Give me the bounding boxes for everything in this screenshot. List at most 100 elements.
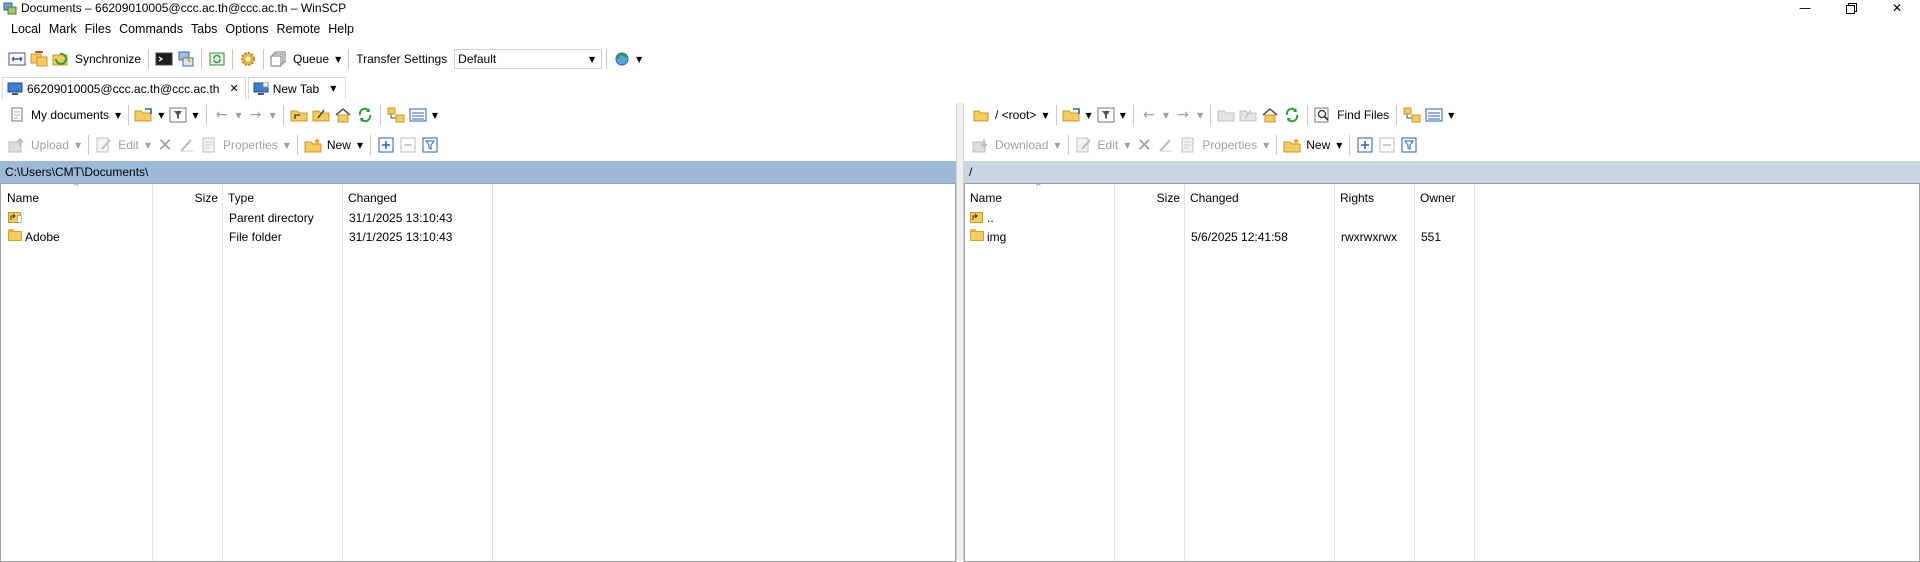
compare-directories-icon[interactable] bbox=[6, 48, 28, 70]
chevron-down-icon[interactable]: ▼ bbox=[72, 141, 84, 150]
download-button[interactable]: Download bbox=[992, 138, 1051, 152]
refresh-icon[interactable] bbox=[354, 104, 376, 126]
restore-icon[interactable] bbox=[1828, 0, 1874, 16]
minimize-icon[interactable]: — bbox=[1782, 0, 1828, 16]
chevron-down-icon[interactable]: ▼ bbox=[1194, 111, 1206, 120]
open-folder-icon[interactable] bbox=[1061, 104, 1083, 126]
edit-button[interactable]: Edit bbox=[115, 138, 142, 152]
new-folder-icon[interactable] bbox=[1281, 134, 1303, 156]
menu-help[interactable]: Help bbox=[324, 22, 358, 36]
table-row[interactable]: Parent directory 31/1/2025 13:10:43 bbox=[1, 209, 955, 227]
chevron-down-icon[interactable]: ▼ bbox=[189, 111, 201, 120]
close-icon[interactable]: ✕ bbox=[1874, 0, 1920, 16]
refresh-sync-icon[interactable] bbox=[206, 48, 228, 70]
forward-arrow-icon[interactable]: → bbox=[245, 104, 267, 126]
edit-icon[interactable] bbox=[93, 134, 115, 156]
putty-icon[interactable] bbox=[175, 48, 197, 70]
find-files-icon[interactable] bbox=[1312, 104, 1334, 126]
chevron-down-icon[interactable]: ▼ bbox=[1117, 111, 1129, 120]
chevron-down-icon[interactable]: ▼ bbox=[112, 111, 124, 120]
chevron-down-icon[interactable]: ▼ bbox=[1333, 141, 1345, 150]
download-icon[interactable] bbox=[970, 134, 992, 156]
upload-button[interactable]: Upload bbox=[28, 138, 72, 152]
chevron-down-icon[interactable]: ▼ bbox=[233, 111, 245, 120]
forward-arrow-icon[interactable]: → bbox=[1172, 104, 1194, 126]
local-location-label[interactable]: My documents bbox=[28, 108, 112, 122]
root-directory-icon[interactable] bbox=[310, 104, 332, 126]
rename-icon[interactable] bbox=[176, 134, 198, 156]
filter-icon[interactable] bbox=[1095, 104, 1117, 126]
transfer-settings-select[interactable]: Default ▼ bbox=[454, 49, 603, 69]
home-icon[interactable] bbox=[332, 104, 354, 126]
panel-splitter[interactable] bbox=[956, 103, 964, 562]
parent-directory-icon[interactable] bbox=[1215, 104, 1237, 126]
menu-mark[interactable]: Mark bbox=[45, 22, 81, 36]
table-row[interactable]: Adobe File folder 31/1/2025 13:10:43 bbox=[1, 228, 955, 246]
close-tab-icon[interactable]: ✕ bbox=[229, 82, 238, 95]
chevron-down-icon[interactable]: ▼ bbox=[1160, 111, 1172, 120]
chevron-down-icon[interactable]: ▼ bbox=[142, 141, 154, 150]
terminal-icon[interactable] bbox=[153, 48, 175, 70]
rename-icon[interactable] bbox=[1155, 134, 1177, 156]
view-list-icon[interactable] bbox=[1423, 104, 1445, 126]
chevron-down-icon[interactable]: ▼ bbox=[155, 111, 167, 120]
tab-new[interactable]: New Tab ▼ bbox=[247, 77, 347, 99]
remote-location-label[interactable]: / <root> bbox=[992, 108, 1039, 122]
back-arrow-icon[interactable]: ← bbox=[1138, 104, 1160, 126]
tree-icon[interactable] bbox=[1401, 104, 1423, 126]
chevron-down-icon[interactable]: ▼ bbox=[354, 141, 366, 150]
queue-dropdown-icon[interactable]: ▼ bbox=[332, 55, 344, 64]
view-list-icon[interactable] bbox=[407, 104, 429, 126]
menu-remote[interactable]: Remote bbox=[273, 22, 325, 36]
select-filter-icon[interactable] bbox=[1398, 134, 1420, 156]
unselect-minus-icon[interactable] bbox=[397, 134, 419, 156]
home-icon[interactable] bbox=[1259, 104, 1281, 126]
chevron-down-icon[interactable]: ▼ bbox=[1039, 111, 1051, 120]
delete-icon[interactable]: ✕ bbox=[1133, 134, 1155, 156]
chevron-down-icon[interactable]: ▼ bbox=[1083, 111, 1095, 120]
menu-files[interactable]: Files bbox=[81, 22, 115, 36]
chevron-down-icon[interactable]: ▼ bbox=[267, 111, 279, 120]
chevron-down-icon[interactable]: ▼ bbox=[1445, 111, 1457, 120]
local-path-bar[interactable]: C:\Users\CMT\Documents\ bbox=[0, 161, 956, 183]
edit-icon[interactable] bbox=[1073, 134, 1095, 156]
upload-icon[interactable] bbox=[6, 134, 28, 156]
find-files-button[interactable]: Find Files bbox=[1334, 108, 1392, 122]
new-folder-icon[interactable] bbox=[302, 134, 324, 156]
menu-commands[interactable]: Commands bbox=[115, 22, 187, 36]
properties-icon[interactable] bbox=[198, 134, 220, 156]
chevron-down-icon[interactable]: ▼ bbox=[1051, 141, 1063, 150]
remote-file-list[interactable]: Name ^ Size Changed Rights Owner .. img … bbox=[964, 183, 1920, 562]
chevron-down-icon[interactable]: ▼ bbox=[429, 111, 441, 120]
unselect-minus-icon[interactable] bbox=[1376, 134, 1398, 156]
delete-icon[interactable]: ✕ bbox=[154, 134, 176, 156]
synchronize-icon[interactable] bbox=[50, 48, 72, 70]
back-arrow-icon[interactable]: ← bbox=[211, 104, 233, 126]
chevron-down-icon[interactable]: ▼ bbox=[1260, 141, 1272, 150]
chevron-down-icon[interactable]: ▼ bbox=[1121, 141, 1133, 150]
tab-session[interactable]: 66209010005@ccc.ac.th@ccc.ac.th ✕ bbox=[2, 77, 246, 99]
synchronize-browsing-icon[interactable] bbox=[28, 48, 50, 70]
queue-icon[interactable] bbox=[268, 48, 290, 70]
root-directory-icon[interactable] bbox=[1237, 104, 1259, 126]
chevron-down-icon[interactable]: ▼ bbox=[281, 141, 293, 150]
select-plus-icon[interactable] bbox=[1354, 134, 1376, 156]
new-button[interactable]: New bbox=[1303, 138, 1333, 152]
reconnect-icon[interactable] bbox=[611, 48, 633, 70]
local-file-list[interactable]: Name ^ Size Type Changed Parent director… bbox=[0, 183, 956, 562]
edit-button[interactable]: Edit bbox=[1095, 138, 1122, 152]
new-button[interactable]: New bbox=[324, 138, 354, 152]
menu-options[interactable]: Options bbox=[221, 22, 272, 36]
menu-tabs[interactable]: Tabs bbox=[187, 22, 221, 36]
properties-button[interactable]: Properties bbox=[220, 138, 281, 152]
open-folder-icon[interactable] bbox=[133, 104, 155, 126]
queue-button[interactable]: Queue bbox=[290, 52, 332, 66]
remote-path-bar[interactable]: / bbox=[964, 161, 1920, 183]
synchronize-button[interactable]: Synchronize bbox=[72, 52, 144, 66]
refresh-icon[interactable] bbox=[1281, 104, 1303, 126]
reconnect-dropdown-icon[interactable]: ▼ bbox=[633, 55, 645, 64]
chevron-down-icon[interactable]: ▼ bbox=[327, 84, 339, 93]
table-row[interactable]: .. bbox=[965, 209, 1919, 227]
properties-icon[interactable] bbox=[1177, 134, 1199, 156]
parent-directory-icon[interactable] bbox=[288, 104, 310, 126]
